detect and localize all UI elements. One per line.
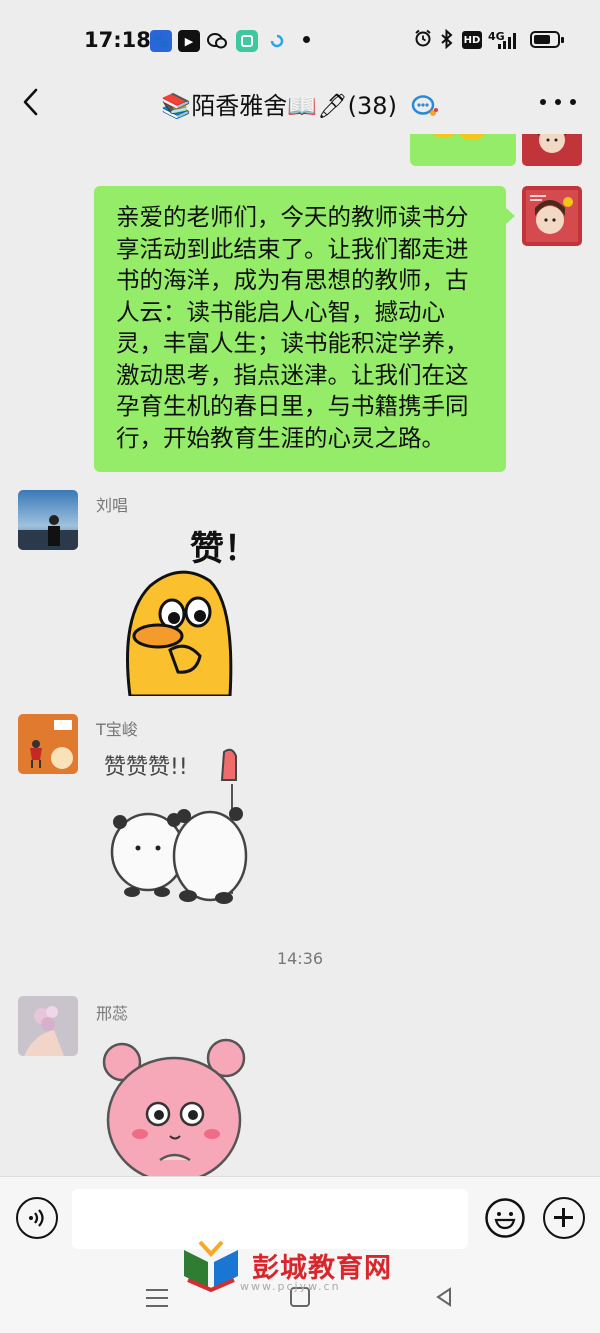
message-timestamp: 14:36	[276, 949, 324, 968]
status-time: 17:18	[84, 28, 151, 52]
status-bar: 17:18 🐾 ▶ HD 4G	[0, 0, 600, 72]
back-triangle-icon[interactable]	[432, 1285, 456, 1309]
pen-emoji-icon: 🖊	[317, 92, 348, 120]
play-icon: ▶	[178, 30, 200, 52]
watermark-url: www.pcjyw.cn	[240, 1280, 341, 1293]
spinner-icon	[266, 30, 288, 52]
more-dot	[570, 99, 576, 105]
self-avatar[interactable]	[522, 186, 582, 246]
message-bubble-self[interactable]: 亲爱的老师们，今天的教师读书分享活动到此结束了。让我们都走进书的海洋，成为有思想…	[94, 186, 506, 472]
message-list[interactable]: 亲爱的老师们，今天的教师读书分享活动到此结束了。让我们都走进书的海洋，成为有思想…	[0, 134, 600, 1176]
notification-dot	[303, 36, 310, 43]
open-book-emoji-icon: 📖	[287, 92, 318, 120]
pink-bear-sticker[interactable]	[100, 1034, 250, 1176]
more-button[interactable]	[540, 86, 576, 118]
sender-name: 邢蕊	[96, 1004, 129, 1023]
voice-button[interactable]	[16, 1197, 58, 1239]
sender-name: T宝峻	[96, 720, 138, 739]
app-icon	[236, 30, 258, 52]
chat-header: 📚陌香雅舍📖🖊(38)	[0, 72, 600, 134]
battery-icon	[530, 31, 564, 48]
signal-icon	[498, 33, 518, 49]
watermark: 彭城教育网 www.pcjyw.cn	[180, 1238, 420, 1298]
chat-title: 📚陌香雅舍📖🖊(38)	[0, 86, 600, 121]
sticker-text: 赞！	[190, 529, 258, 569]
voice-icon	[29, 1209, 44, 1227]
self-avatar[interactable]	[522, 134, 582, 166]
bluetooth-icon	[440, 28, 454, 53]
member-count: (38)	[347, 92, 397, 120]
avatar-liuchang[interactable]	[18, 490, 78, 550]
more-dot	[555, 99, 561, 105]
more-dot	[540, 99, 546, 105]
sticker-text: 赞赞赞!!	[104, 755, 188, 780]
watermark-logo	[184, 1240, 238, 1292]
yellow-duck-sticker[interactable]: 赞！	[110, 526, 270, 698]
menu-icon[interactable]	[146, 1289, 168, 1307]
books-emoji-icon: 📚	[161, 92, 192, 120]
plus-button[interactable]	[543, 1197, 585, 1239]
bubble-tail	[506, 208, 515, 224]
group-name: 陌香雅舍	[191, 92, 288, 120]
alarm-icon	[414, 29, 432, 51]
hd-icon: HD	[462, 31, 482, 49]
sender-name: 刘唱	[96, 496, 129, 515]
emoji-button[interactable]	[484, 1197, 526, 1239]
avatar-tbaojun[interactable]	[18, 714, 78, 774]
group-chat-badge-icon	[411, 95, 438, 116]
white-bears-sticker[interactable]: 赞赞赞!!	[100, 744, 270, 919]
chat-bubble-icon	[206, 30, 228, 52]
emoji-icon	[485, 1198, 525, 1238]
avatar-xingrui[interactable]	[18, 996, 78, 1056]
baidu-paw-icon: 🐾	[150, 30, 172, 52]
yellow-sticker[interactable]	[410, 134, 516, 166]
